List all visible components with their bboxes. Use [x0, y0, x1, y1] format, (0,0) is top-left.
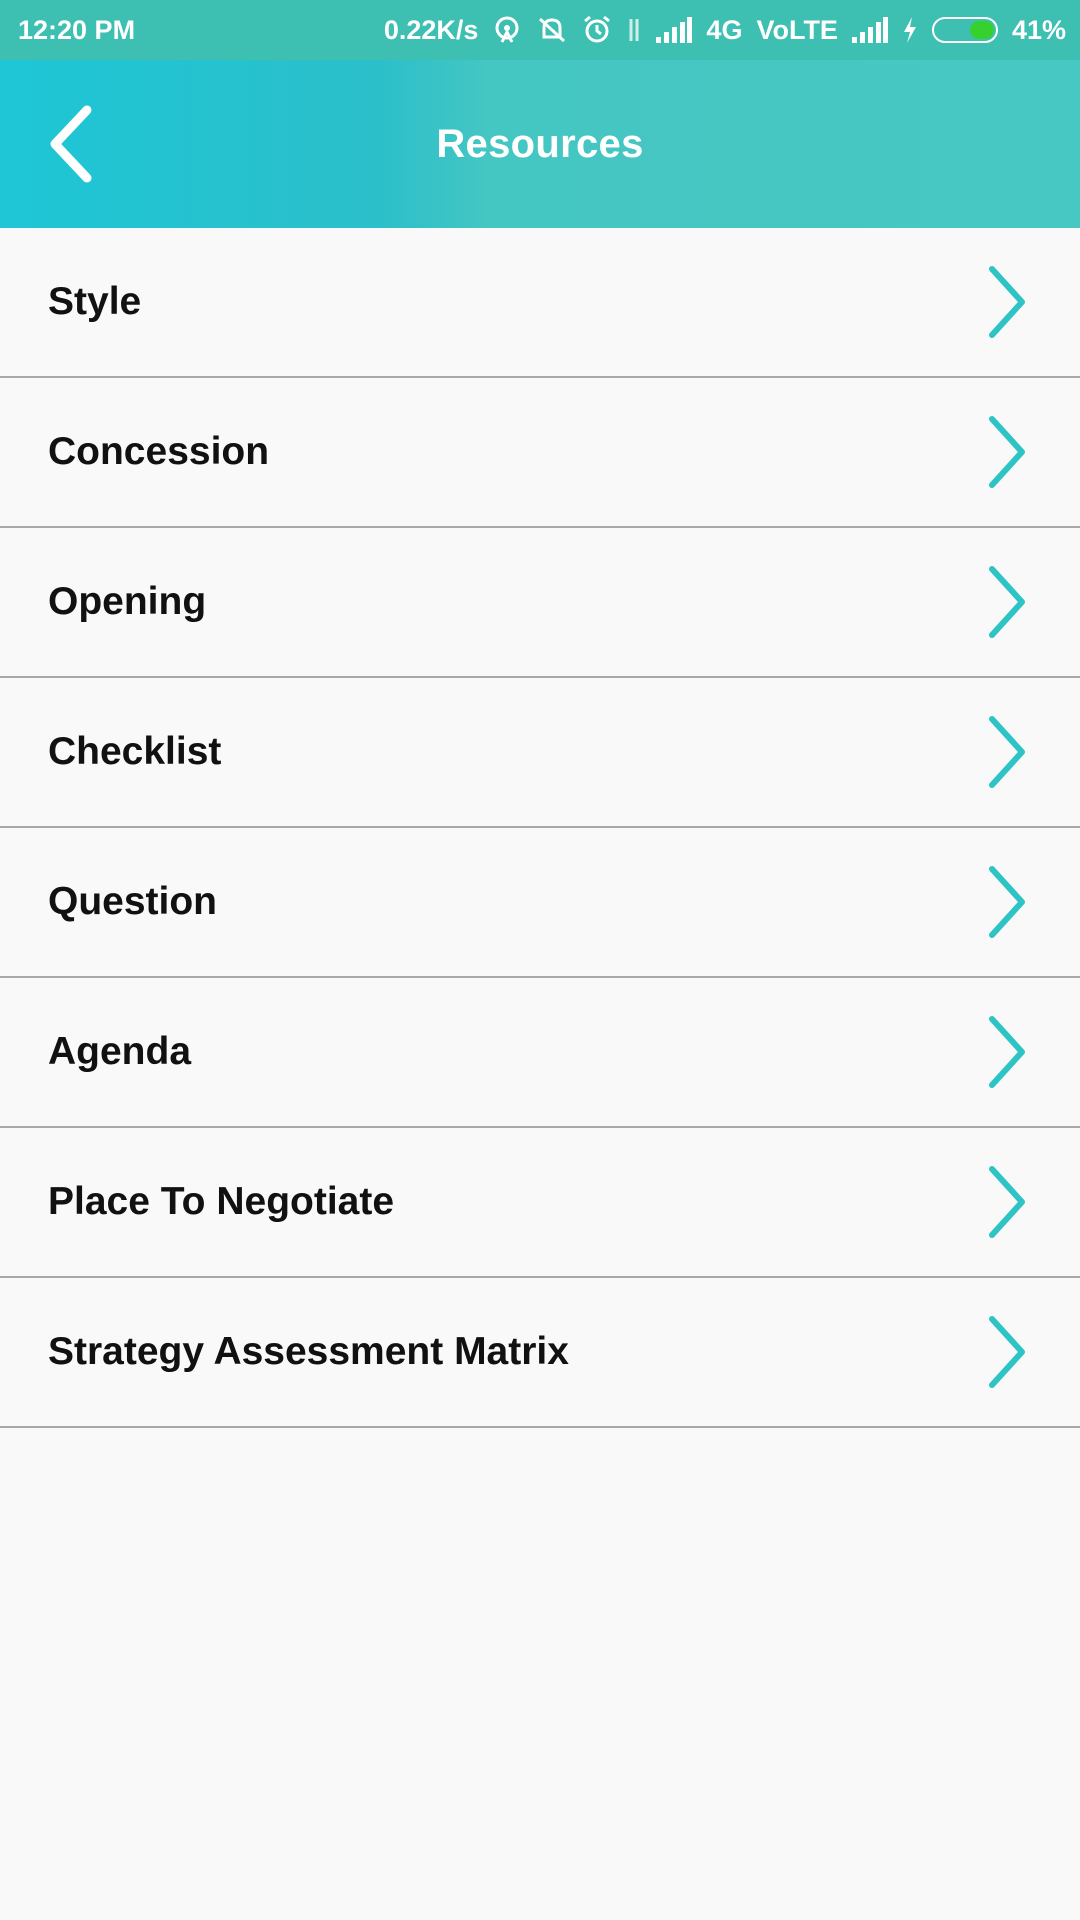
chevron-right-icon [982, 262, 1032, 342]
list-item-label: Checklist [48, 730, 222, 773]
list-item-checklist[interactable]: Checklist [0, 678, 1080, 828]
battery-percent: 41% [1011, 14, 1066, 45]
page-title: Resources [436, 121, 644, 166]
back-arrow-icon [50, 105, 92, 183]
list-item-label: Style [48, 280, 142, 323]
data-arrows-icon [626, 15, 642, 45]
chevron-right-icon [982, 1012, 1032, 1092]
list-item-question[interactable]: Question [0, 828, 1080, 978]
volte-label: VoLTE [756, 14, 838, 45]
list-item-place-to-negotiate[interactable]: Place To Negotiate [0, 1128, 1080, 1278]
list-item-label: Agenda [48, 1030, 192, 1073]
list-item-opening[interactable]: Opening [0, 528, 1080, 678]
list-item-label: Place To Negotiate [48, 1180, 395, 1223]
chevron-right-icon [982, 412, 1032, 492]
network-type: 4G [706, 14, 743, 45]
list-item-style[interactable]: Style [0, 228, 1080, 378]
battery-fill [969, 21, 994, 39]
signal-icon [851, 17, 888, 43]
signal-icon [656, 17, 693, 43]
chevron-right-icon [982, 562, 1032, 642]
list-item-label: Strategy Assessment Matrix [48, 1330, 569, 1373]
net-speed: 0.22K/s [383, 14, 479, 45]
chevron-right-icon [982, 862, 1032, 942]
chevron-right-icon [982, 1312, 1032, 1392]
status-time: 12:20 PM [18, 14, 136, 45]
app-bar: Resources [0, 60, 1080, 228]
back-button[interactable] [40, 102, 104, 186]
list-item-label: Opening [48, 580, 207, 623]
battery-icon [931, 17, 998, 43]
list-item-label: Concession [48, 430, 270, 473]
list-item-strategy-assessment-matrix[interactable]: Strategy Assessment Matrix [0, 1278, 1080, 1428]
list-item-label: Question [48, 880, 218, 923]
muted-alarm-icon [536, 15, 568, 45]
chevron-right-icon [982, 1162, 1032, 1242]
hotspot-icon [492, 15, 522, 45]
chevron-right-icon [982, 712, 1032, 792]
list-item-agenda[interactable]: Agenda [0, 978, 1080, 1128]
resources-list: Style Concession Opening Checklist Question A… [0, 228, 1080, 1428]
alarm-icon [582, 15, 612, 45]
status-bar: 12:20 PM 0.22K/s 4G VoLTE 41% [0, 0, 1080, 60]
charging-icon [902, 16, 918, 44]
list-item-concession[interactable]: Concession [0, 378, 1080, 528]
